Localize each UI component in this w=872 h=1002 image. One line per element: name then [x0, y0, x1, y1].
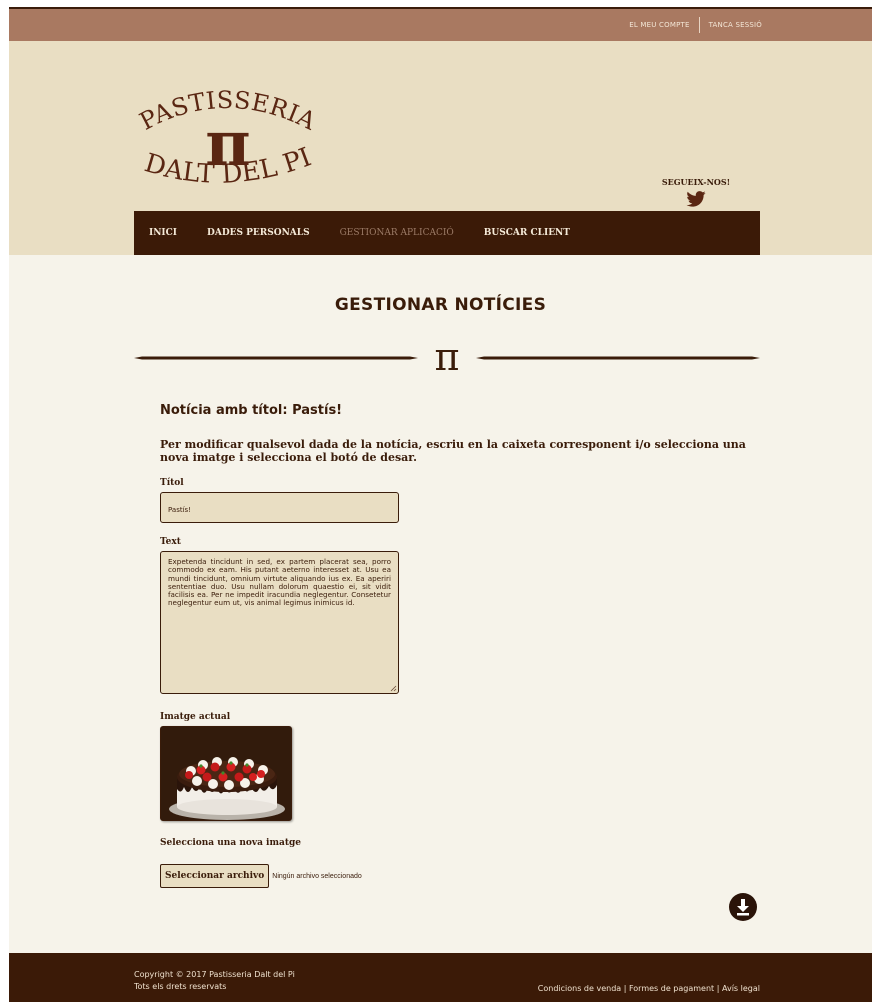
resize-handle-icon[interactable]	[390, 685, 397, 692]
footer-copyright: Copyright © 2017 Pastisseria Dalt del Pi…	[134, 969, 295, 993]
page: EL MEU COMPTE TANCA SESSIÓ PASTISSERIA π…	[9, 7, 872, 1002]
pastisseria-logo[interactable]: PASTISSERIA π DALT DEL PI	[136, 79, 316, 189]
site-footer: Copyright © 2017 Pastisseria Dalt del Pi…	[9, 953, 872, 1002]
footer-link-separator: |	[714, 984, 722, 993]
rights-text: Tots els drets reservats	[134, 982, 227, 991]
new-image-label: Selecciona una nova imatge	[160, 838, 302, 848]
footer-link-payment[interactable]: Formes de pagament	[629, 984, 714, 993]
nav-item-inici[interactable]: INICI	[149, 228, 177, 238]
pi-divider: π	[134, 340, 760, 374]
top-links-divider	[698, 17, 700, 33]
top-bar: EL MEU COMPTE TANCA SESSIÓ	[9, 7, 872, 41]
footer-link-legal[interactable]: Avís legal	[722, 984, 760, 993]
title-field-label: Títol	[160, 478, 184, 488]
instructions-text: Per modificar qualsevol dada de la notíc…	[160, 438, 746, 464]
main-nav: INICI DADES PERSONALS GESTIONAR APLICACI…	[134, 211, 760, 255]
account-links: EL MEU COMPTE TANCA SESSIÓ	[629, 17, 762, 33]
news-heading: Notícia amb títol: Pastís!	[160, 403, 343, 418]
social-follow: SEGUEIX-NOS!	[660, 177, 732, 207]
copyright-text: Copyright © 2017 Pastisseria Dalt del Pi	[134, 970, 295, 979]
text-field-label: Text	[160, 537, 181, 547]
nav-item-buscar-client[interactable]: BUSCAR CLIENT	[484, 228, 570, 238]
my-account-link[interactable]: EL MEU COMPTE	[629, 21, 689, 29]
page-title: GESTIONAR NOTÍCIES	[334, 295, 547, 315]
twitter-icon[interactable]	[686, 191, 706, 207]
footer-link-conditions[interactable]: Condicions de venda	[538, 984, 621, 993]
current-image	[160, 726, 292, 821]
follow-label: SEGUEIX-NOS!	[661, 177, 731, 187]
file-picker: Seleccionar archivo Ningún archivo selec…	[160, 864, 760, 888]
nav-item-dades-personals[interactable]: DADES PERSONALS	[207, 228, 310, 238]
download-icon[interactable]	[729, 893, 757, 921]
file-status-text: Ningún archivo seleccionado	[272, 872, 362, 880]
footer-link-separator: |	[621, 984, 629, 993]
current-image-label: Imatge actual	[160, 712, 231, 722]
select-file-button[interactable]: Seleccionar archivo	[160, 864, 270, 888]
nav-item-gestionar-aplicacio[interactable]: GESTIONAR APLICACIÓ	[340, 228, 454, 238]
text-textarea-value: Expetenda tincidunt in sed, ex partem pl…	[168, 557, 391, 608]
footer-links: Condicions de venda | Formes de pagament…	[538, 984, 760, 993]
title-input[interactable]: Pastís!	[160, 492, 399, 523]
logout-link[interactable]: TANCA SESSIÓ	[709, 21, 762, 29]
cake-image	[161, 727, 291, 820]
text-textarea[interactable]: Expetenda tincidunt in sed, ex partem pl…	[160, 551, 399, 694]
news-edit-form: Notícia amb títol: Pastís! Per modificar…	[160, 403, 760, 888]
divider-pi-symbol: π	[435, 340, 460, 374]
